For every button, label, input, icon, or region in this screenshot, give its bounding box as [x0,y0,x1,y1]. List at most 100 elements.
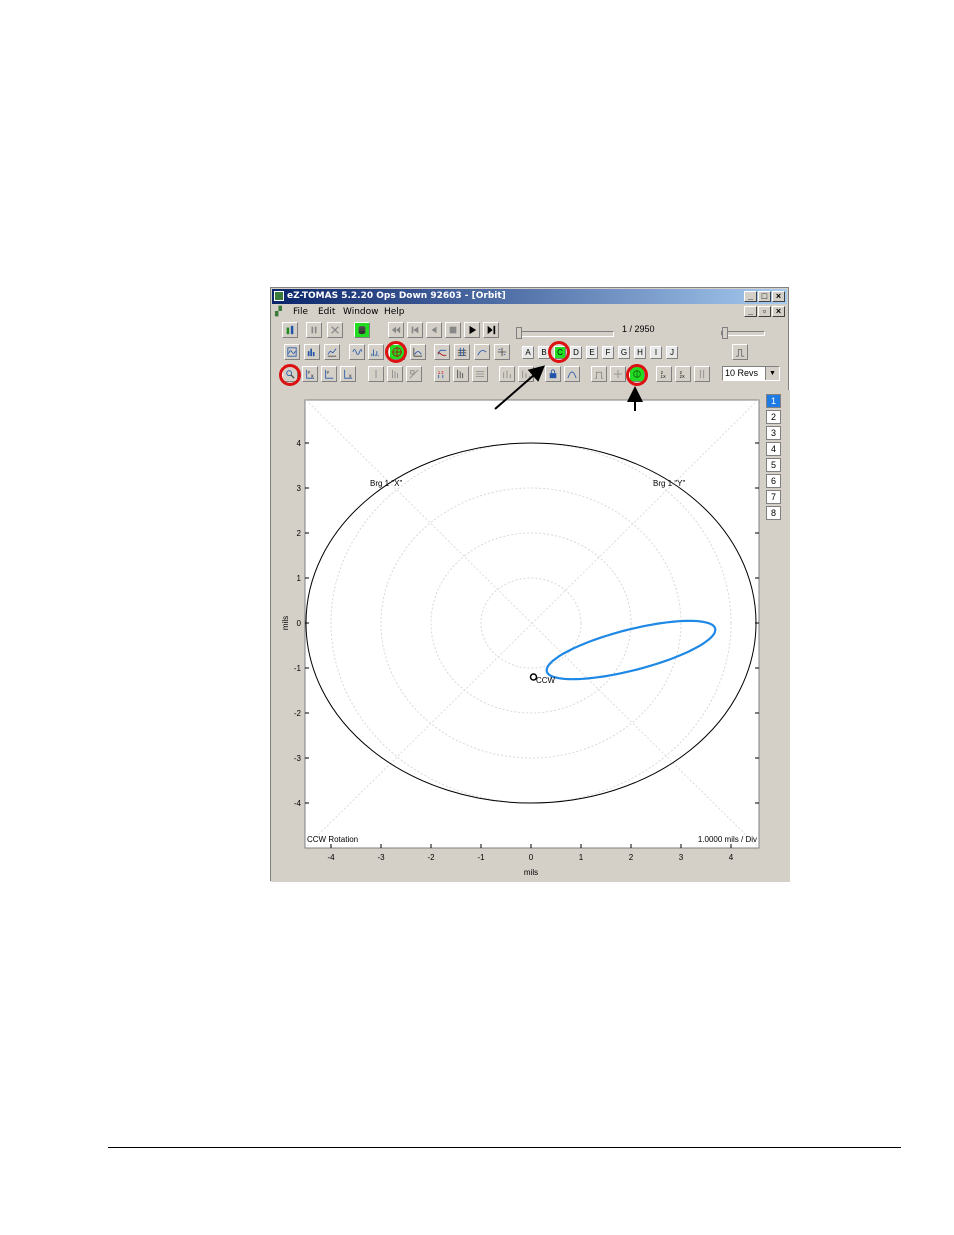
x-tick-label: 4 [729,853,734,862]
document-icon[interactable]: ▞ [275,305,282,319]
plot-type-toolbar: A B C D E F G H I J [272,341,787,363]
x-tick-label: -2 [427,853,435,862]
trend-icon[interactable] [324,344,340,360]
pause-button[interactable] [306,322,322,338]
channel-button-6[interactable]: 6 [766,474,781,488]
speed-slider-thumb[interactable] [722,327,728,339]
child-minimize-button[interactable]: _ [744,306,757,317]
channel-group-g-button[interactable]: G [618,346,630,359]
frame-counter: 1 / 2950 [622,324,655,334]
step-back-icon[interactable] [426,322,442,338]
channel-group-f-button[interactable]: F [602,346,614,359]
channel-group-i-button[interactable]: I [650,346,662,359]
menu-bar: ▞ File Edit Window Help _ ▫ × [272,305,787,319]
channel-group-d-button[interactable]: D [570,346,582,359]
autoscale-x-icon[interactable]: X [340,366,356,382]
shaft-centerline-icon[interactable] [474,344,490,360]
frame-slider-thumb[interactable] [516,327,522,339]
y-axis-label: mils [281,616,290,630]
speed-slider[interactable] [721,327,765,339]
svg-text:X: X [349,373,352,378]
channel-button-5[interactable]: 5 [766,458,781,472]
timebase-icon[interactable] [349,344,365,360]
x-axis-label: mils [524,868,538,877]
child-restore-button[interactable]: ▫ [758,306,771,317]
harmonic-cursor-icon[interactable] [387,366,403,382]
arrow-to-channel-c [494,365,546,410]
autoscale-xy-icon[interactable]: YX [302,366,318,382]
annotation-arrows [494,365,643,411]
cascade-icon[interactable] [494,344,510,360]
channel-group-j-button[interactable]: J [666,346,678,359]
skip-start-icon[interactable] [407,322,423,338]
spectrum-icon[interactable] [368,344,384,360]
spectrum-peak-icon[interactable] [732,344,748,360]
highlight-circle-orbit [385,341,407,363]
minimize-button[interactable]: _ [744,291,757,302]
autoscale-y-icon[interactable]: Y [321,366,337,382]
y-tick-label: 2 [297,529,302,538]
probe-y-label: Brg 1 "Y" [653,479,686,488]
channel-group-a-button[interactable]: A [522,346,534,359]
y-tick-label: -2 [294,709,302,718]
menu-help[interactable]: Help [384,305,405,319]
rewind-icon[interactable] [388,322,404,338]
y-tick-label: 1 [297,574,302,583]
y-tick-label: 4 [297,439,302,448]
orbit-plot-area: -4 -3 -2 -1 0 1 2 3 4 4 3 2 1 0 -1 -2 -3 -4 Brg 1 "X" Brg… [271,390,790,882]
channel-button-3[interactable]: 3 [766,426,781,440]
menu-edit[interactable]: Edit [318,305,335,319]
frame-slider[interactable] [516,327,614,339]
bar-chart-icon[interactable] [304,344,320,360]
menu-window[interactable]: Window [343,305,379,319]
machine-icon[interactable] [282,322,298,338]
svg-text:1X: 1X [661,374,666,379]
waterfall-icon[interactable] [454,344,470,360]
highlight-circle-zoom [279,364,301,386]
x-tick-label: 0 [529,853,534,862]
channel-group-h-button[interactable]: H [634,346,646,359]
channel-button-8[interactable]: 8 [766,506,781,520]
svg-text:2X: 2X [680,374,685,379]
channel-button-2[interactable]: 2 [766,410,781,424]
skip-end-icon[interactable] [483,322,499,338]
revs-select[interactable]: 10 Revs ▼ [722,366,780,381]
child-close-button[interactable]: × [772,306,785,317]
svg-text:1 2: 1 2 [438,370,444,375]
app-icon [274,291,284,301]
band-icon[interactable] [453,366,469,382]
title-bar[interactable]: eZ-TOMAS 5.2.20 Ops Down 92603 - [Orbit]… [272,289,787,304]
phase-icon[interactable] [694,366,710,382]
sideband-icon[interactable] [406,366,422,382]
channel-button-1[interactable]: 1 [766,394,781,408]
polar-icon[interactable] [410,344,426,360]
x-tick-label: -1 [477,853,485,862]
cursor-icon[interactable] [368,366,384,382]
x-tick-label: 3 [679,853,684,862]
bode-icon[interactable] [434,344,450,360]
menu-file[interactable]: File [293,305,308,319]
cancel-icon[interactable] [327,322,343,338]
y-tick-label: -4 [294,799,302,808]
scale-text: 1.0000 mils / Div [698,835,757,844]
stop-icon[interactable] [445,322,461,338]
play-icon[interactable] [464,322,480,338]
order-markers-icon[interactable]: 1 2 [434,366,450,382]
rotation-text: CCW Rotation [307,835,358,844]
playback-toolbar: 1 / 2950 [272,320,787,340]
window-title: eZ-TOMAS 5.2.20 Ops Down 92603 - [Orbit] [287,291,506,301]
waveform-window-icon[interactable] [284,344,300,360]
y-tick-label: -3 [294,754,302,763]
database-icon[interactable] [354,322,370,338]
channel-group-e-button[interactable]: E [586,346,598,359]
footer-rule [108,1147,901,1148]
x-tick-label: 2 [629,853,634,862]
maximize-button[interactable]: □ [758,291,771,302]
svg-text:Y: Y [327,370,330,375]
close-button[interactable]: × [772,291,785,302]
channel-button-4[interactable]: 4 [766,442,781,456]
fraction-2x-icon[interactable]: 2 2X [675,366,691,382]
channel-button-7[interactable]: 7 [766,490,781,504]
chevron-down-icon[interactable]: ▼ [765,367,779,380]
x-tick-label: -3 [377,853,385,862]
